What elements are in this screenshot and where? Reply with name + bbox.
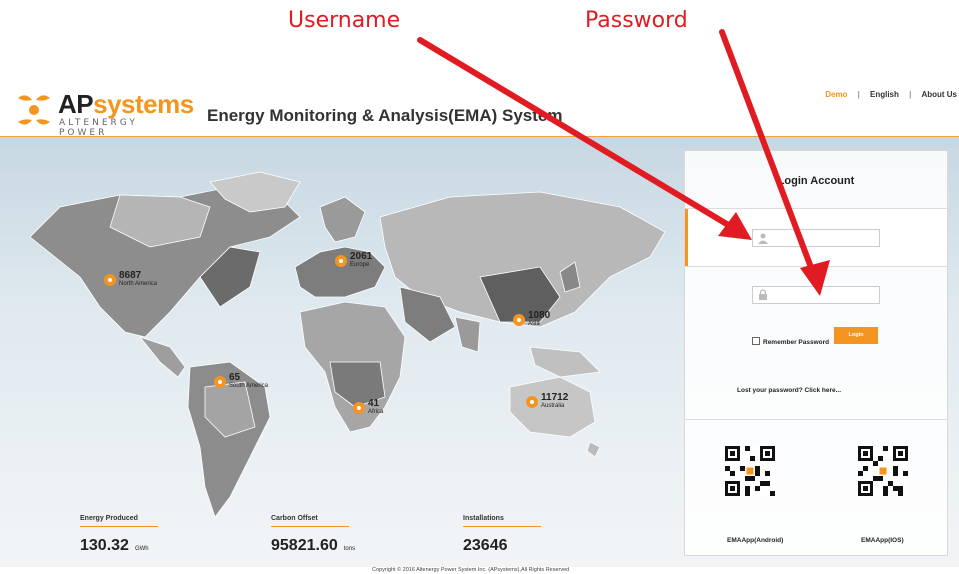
solar-marker-icon [335, 255, 347, 267]
stat-unit: tons [343, 546, 356, 552]
solar-marker-icon [214, 376, 226, 388]
remember-password[interactable]: Remember Password [752, 337, 829, 346]
marker-count: 2061 [350, 251, 373, 262]
stat-value: 23646 [463, 537, 508, 554]
stat-carbon-offset: Carbon Offset 95821.60 tons [271, 515, 355, 555]
marker-count: 8687 [119, 270, 142, 281]
logo-mark-icon [18, 95, 50, 125]
qr-label-android: EMAApp(Android) [727, 537, 784, 544]
marker-count: 41 [368, 398, 380, 409]
marker-region: South America [229, 383, 269, 389]
password-input[interactable] [773, 287, 879, 303]
marker-count: 65 [229, 372, 241, 383]
lost-password-link[interactable]: Lost your password? Click here... [737, 387, 841, 394]
stat-value-container: 130.32 GWh [80, 537, 158, 555]
login-panel: Login Account Remember Password Login Lo… [684, 150, 948, 556]
login-button[interactable]: Login [834, 327, 878, 344]
stat-installations: Installations 23646 [463, 515, 541, 555]
solar-marker-icon [104, 274, 116, 286]
solar-marker-icon [513, 314, 525, 326]
marker-region: Australia [541, 403, 565, 409]
marker-region: Africa [368, 409, 384, 415]
logo-text: APsystems [58, 89, 194, 119]
qr-label-ios: EMAApp(IOS) [861, 537, 904, 544]
remember-label: Remember Password [763, 339, 830, 346]
remember-checkbox[interactable] [752, 337, 760, 345]
top-nav: Demo | English | About Us [817, 90, 957, 99]
marker-region: Asia [528, 321, 540, 327]
apsystems-logo[interactable]: APsystems ALTENERGY POWER [14, 88, 194, 138]
copyright-text: Copyright © 2016 Altenergy Power System … [372, 567, 570, 573]
demo-link[interactable]: Demo [825, 90, 847, 99]
logo-subtitle: ALTENERGY POWER [59, 118, 138, 138]
header: APsystems ALTENERGY POWER Energy Monitor… [0, 84, 959, 138]
marker-count: 11712 [541, 392, 569, 403]
divider [685, 419, 947, 420]
qr-code-ios-icon[interactable] [858, 446, 908, 496]
stat-value: 95821.60 [271, 537, 338, 554]
stat-value-container: 23646 [463, 537, 541, 555]
annotation-username: Username [288, 8, 401, 33]
username-row [685, 208, 947, 267]
lock-icon [759, 289, 767, 300]
stat-value-container: 95821.60 tons [271, 537, 355, 555]
active-row-accent [685, 209, 688, 266]
language-link[interactable]: English [870, 90, 899, 99]
qr-code-android-icon[interactable] [725, 446, 775, 496]
page-title: Energy Monitoring & Analysis(EMA) System [207, 106, 563, 125]
user-icon [758, 233, 768, 244]
marker-region: North America [119, 281, 158, 287]
nav-separator: | [857, 90, 860, 99]
stat-label: Installations [463, 515, 541, 527]
password-field[interactable] [752, 286, 880, 304]
solar-marker-icon [526, 396, 538, 408]
about-us-link[interactable]: About Us [921, 90, 957, 99]
stat-unit: GWh [134, 546, 149, 552]
stat-value: 130.32 [80, 537, 129, 554]
username-field[interactable] [752, 229, 880, 247]
username-input[interactable] [773, 230, 879, 246]
marker-count: 1080 [528, 310, 551, 321]
login-title: Login Account [777, 175, 855, 187]
nav-separator: | [909, 90, 912, 99]
marker-region: Europe [350, 262, 370, 268]
annotation-password: Password [585, 8, 688, 33]
stat-label: Energy Produced [80, 515, 158, 527]
stat-label: Carbon Offset [271, 515, 349, 527]
stat-energy-produced: Energy Produced 130.32 GWh [80, 515, 158, 555]
solar-marker-icon [353, 402, 365, 414]
